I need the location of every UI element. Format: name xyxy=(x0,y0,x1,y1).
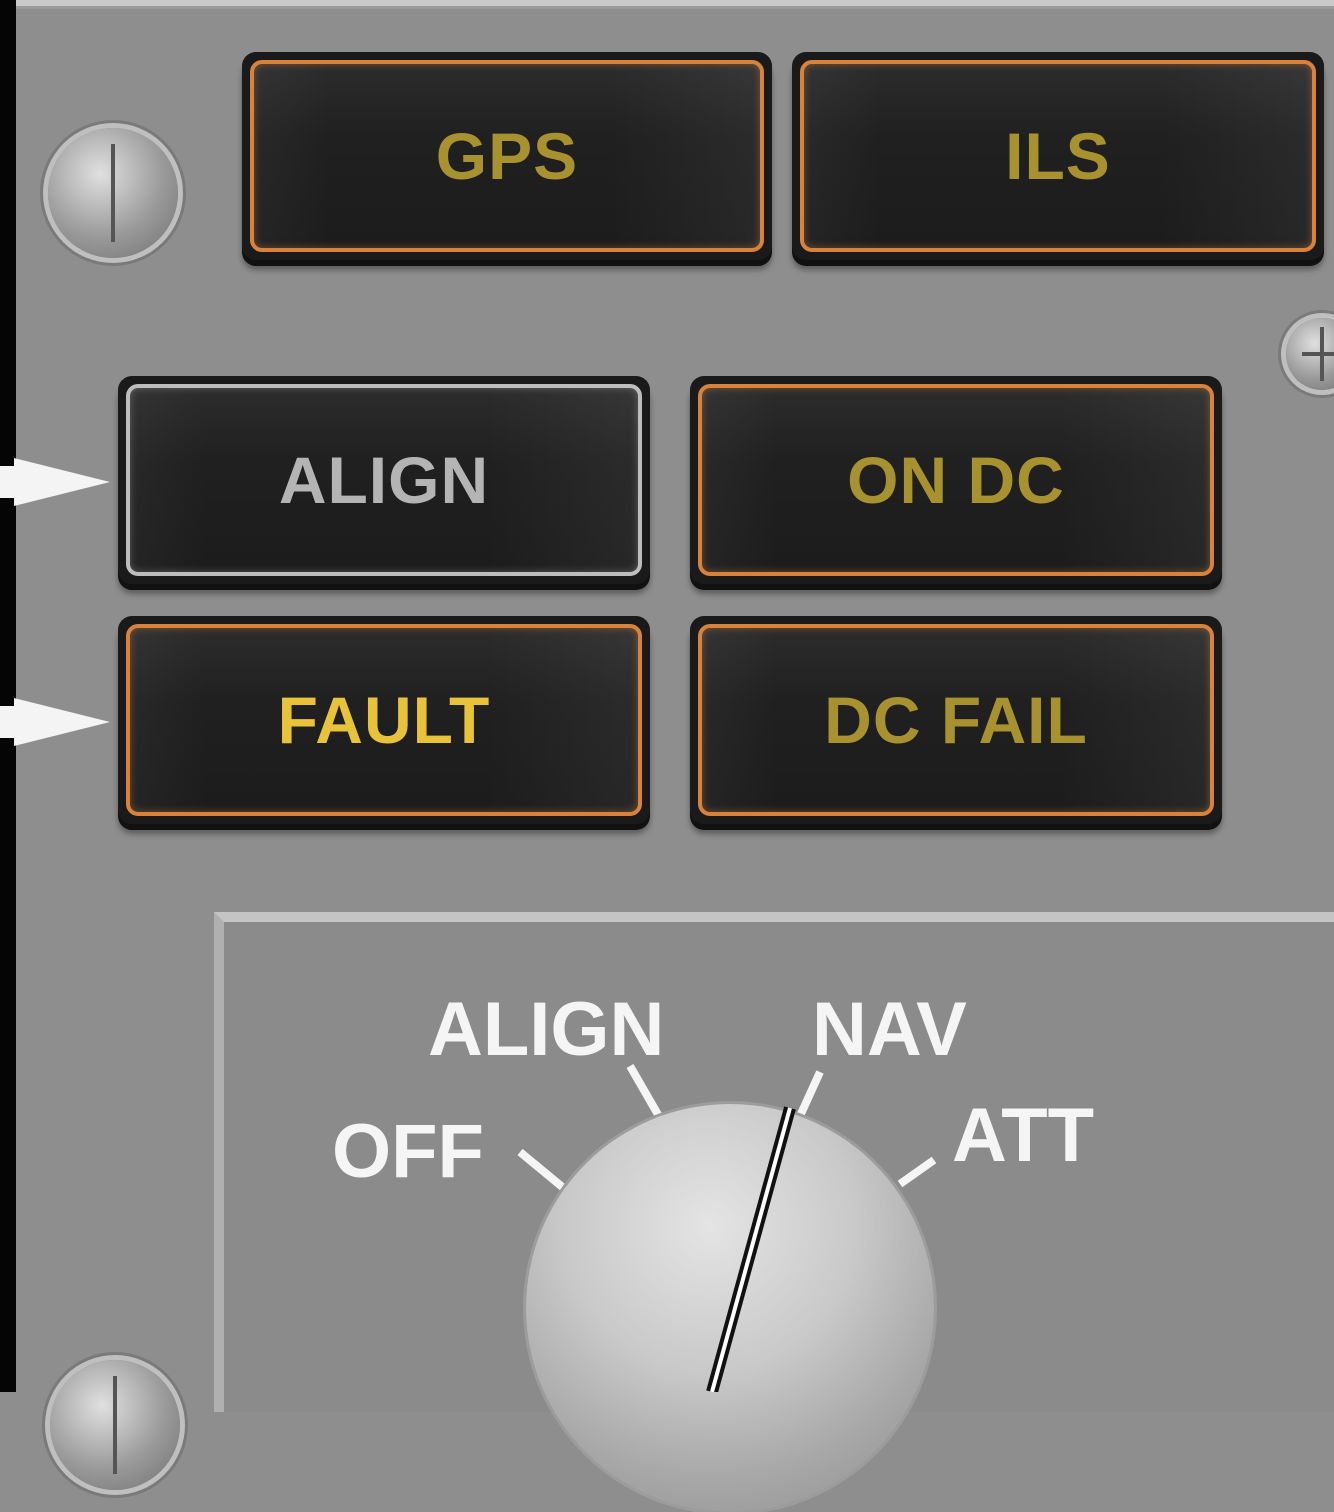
annunciator-lens: ALIGN xyxy=(126,384,642,576)
annunciator-label: GPS xyxy=(435,119,579,193)
indicator-pointer-icon xyxy=(0,698,110,746)
panel-screw xyxy=(48,128,178,258)
align-annunciator-button[interactable]: ALIGN xyxy=(118,376,650,584)
fault-annunciator-button[interactable]: FAULT xyxy=(118,616,650,824)
panel-top-rail xyxy=(16,0,1334,14)
annunciator-lens: DC FAIL xyxy=(698,624,1214,816)
annunciator-label: ON DC xyxy=(847,443,1065,517)
annunciator-label: FAULT xyxy=(277,683,491,757)
indicator-pointer-icon xyxy=(0,458,110,506)
mode-label-off: OFF xyxy=(332,1109,484,1194)
annunciator-lens: ILS xyxy=(800,60,1316,252)
panel-left-edge xyxy=(0,0,16,1392)
on-dc-annunciator-button[interactable]: ON DC xyxy=(690,376,1222,584)
annunciator-label: ALIGN xyxy=(278,443,490,517)
mode-label-nav: NAV xyxy=(812,987,967,1072)
annunciator-lens: FAULT xyxy=(126,624,642,816)
mode-label-att: ATT xyxy=(952,1093,1095,1178)
annunciator-label: ILS xyxy=(1005,119,1111,193)
dc-fail-annunciator-button[interactable]: DC FAIL xyxy=(690,616,1222,824)
annunciator-lens: GPS xyxy=(250,60,764,252)
panel-screw xyxy=(1286,318,1334,390)
annunciator-lens: ON DC xyxy=(698,384,1214,576)
mode-selector-knob[interactable] xyxy=(526,1104,934,1512)
panel-screw xyxy=(50,1360,180,1490)
mode-label-align: ALIGN xyxy=(428,987,665,1072)
ils-annunciator-button[interactable]: ILS xyxy=(792,52,1324,260)
gps-annunciator-button[interactable]: GPS xyxy=(242,52,772,260)
annunciator-label: DC FAIL xyxy=(824,683,1088,757)
